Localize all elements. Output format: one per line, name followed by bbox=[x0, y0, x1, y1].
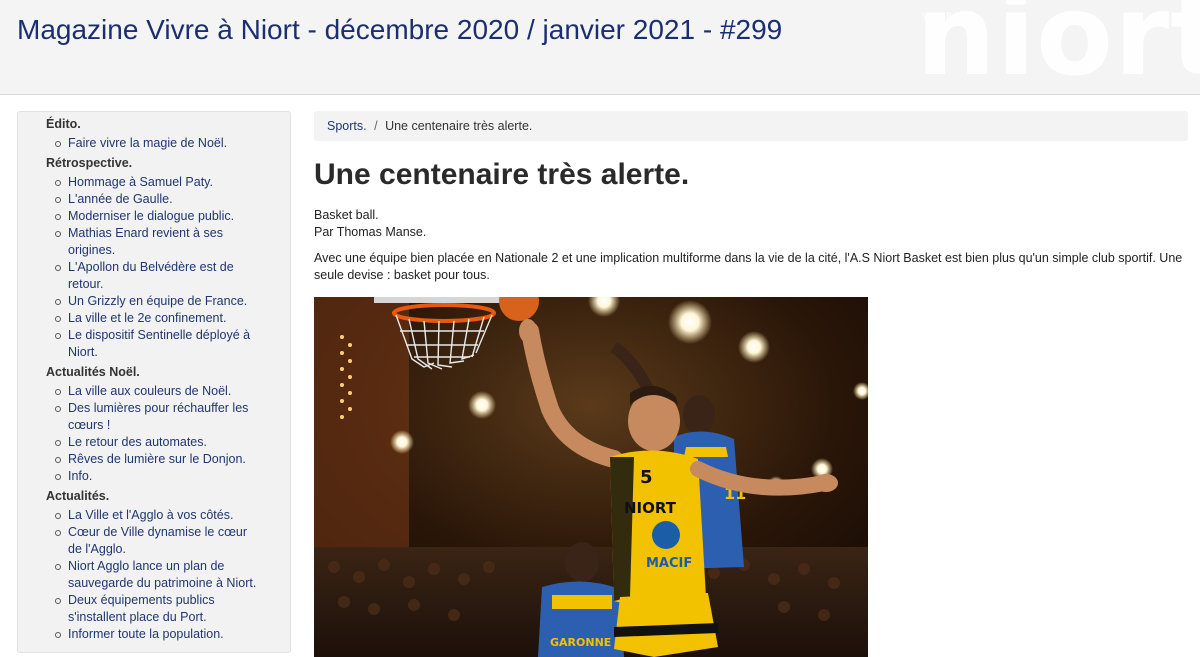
sidebar-item-label[interactable]: L'année de Gaulle. bbox=[68, 192, 173, 206]
sidebar-item-label[interactable]: L'Apollon du Belvédère est de retour. bbox=[68, 260, 234, 291]
bullet-icon bbox=[55, 389, 61, 395]
light-4 bbox=[468, 390, 496, 419]
sidebar-item-label[interactable]: Le dispositif Sentinelle déployé à Niort… bbox=[68, 328, 250, 359]
bullet-icon bbox=[55, 457, 61, 463]
sidebar-item[interactable]: Niort Agglo lance un plan de sauvegarde … bbox=[18, 558, 290, 592]
sidebar-item[interactable]: La ville aux couleurs de Noël. bbox=[18, 383, 290, 400]
bullet-icon bbox=[55, 513, 61, 519]
sidebar-item-label[interactable]: Cœur de Ville dynamise le cœur de l'Aggl… bbox=[68, 525, 247, 556]
sidebar-section-items: La ville aux couleurs de Noël. Des lumièr… bbox=[18, 383, 290, 485]
sidebar-item[interactable]: Rêves de lumière sur le Donjon. bbox=[18, 451, 290, 468]
svg-text:MACIF: MACIF bbox=[646, 556, 692, 571]
breadcrumb-current: Une centenaire très alerte. bbox=[385, 119, 533, 133]
sidebar-item[interactable]: Informer toute la population. bbox=[18, 626, 290, 643]
sidebar-item[interactable]: La ville et le 2e confinement. bbox=[18, 310, 290, 327]
bullet-icon bbox=[55, 406, 61, 412]
bullet-icon bbox=[55, 530, 61, 536]
sidebar-item[interactable]: Mathias Enard revient à ses origines. bbox=[18, 225, 290, 259]
sidebar-section-title: Actualités. bbox=[46, 489, 110, 503]
bullet-icon bbox=[55, 299, 61, 305]
sidebar-item-label[interactable]: La ville et le 2e confinement. bbox=[68, 311, 226, 325]
bullet-icon bbox=[55, 231, 61, 237]
sidebar-section: Édito. Faire vivre la magie de Noël. bbox=[18, 116, 290, 152]
breadcrumb-link-sports[interactable]: Sports. bbox=[327, 119, 367, 133]
svg-text:GARONNE: GARONNE bbox=[550, 636, 611, 649]
sidebar-section-items: La Ville et l'Agglo à vos côtés. Cœur de … bbox=[18, 507, 290, 643]
sidebar-item-label[interactable]: Deux équipements publics s'installent pl… bbox=[68, 593, 215, 624]
sidebar-item-label[interactable]: Moderniser le dialogue public. bbox=[68, 209, 234, 223]
sidebar-item[interactable]: Des lumières pour réchauffer les cœurs ! bbox=[18, 400, 290, 434]
backboard bbox=[374, 296, 504, 303]
sidebar-item-label[interactable]: Mathias Enard revient à ses origines. bbox=[68, 226, 223, 257]
sidebar-item-label[interactable]: Des lumières pour réchauffer les cœurs ! bbox=[68, 401, 248, 432]
sidebar-item[interactable]: Info. bbox=[18, 468, 290, 485]
bullet-icon bbox=[55, 333, 61, 339]
sidebar-section-items: Hommage à Samuel Paty. L'année de Gaulle.… bbox=[18, 174, 290, 361]
sidebar-item[interactable]: Le dispositif Sentinelle déployé à Niort… bbox=[18, 327, 290, 361]
sidebar-item-label[interactable]: Un Grizzly en équipe de France. bbox=[68, 294, 247, 308]
article-title: Une centenaire très alerte. bbox=[314, 158, 690, 191]
bullet-icon bbox=[55, 316, 61, 322]
site-title[interactable]: Magazine Vivre à Niort - décembre 2020 /… bbox=[17, 14, 782, 46]
sidebar-item[interactable]: Un Grizzly en équipe de France. bbox=[18, 293, 290, 310]
light-1 bbox=[668, 299, 712, 344]
sidebar-section-title: Actualités Noël. bbox=[46, 365, 140, 379]
sidebar-item-label[interactable]: Le retour des automates. bbox=[68, 435, 207, 449]
sidebar-section: Rétrospective. Hommage à Samuel Paty. L'an… bbox=[18, 155, 290, 361]
sidebar-item-label[interactable]: Informer toute la population. bbox=[68, 627, 224, 641]
site-header: Magazine Vivre à Niort - décembre 2020 /… bbox=[0, 0, 1200, 95]
sidebar-item-label[interactable]: La Ville et l'Agglo à vos côtés. bbox=[68, 508, 233, 522]
sidebar-item-label[interactable]: Rêves de lumière sur le Donjon. bbox=[68, 452, 246, 466]
sidebar-item-label[interactable]: Info. bbox=[68, 469, 92, 483]
sidebar-item[interactable]: La Ville et l'Agglo à vos côtés. bbox=[18, 507, 290, 524]
bullet-icon bbox=[55, 180, 61, 186]
sidebar-item[interactable]: Faire vivre la magie de Noël. bbox=[18, 135, 290, 152]
article-author: Par Thomas Manse. bbox=[314, 225, 427, 239]
main-content: Sports. / Une centenaire très alerte. Un… bbox=[314, 111, 1188, 657]
bullet-icon bbox=[55, 474, 61, 480]
sidebar-item[interactable]: Cœur de Ville dynamise le cœur de l'Aggl… bbox=[18, 524, 290, 558]
sidebar-sections: Édito. Faire vivre la magie de Noël. Rétro… bbox=[18, 112, 290, 643]
article-category: Basket ball. bbox=[314, 208, 379, 222]
sidebar-item[interactable]: L'année de Gaulle. bbox=[18, 191, 290, 208]
breadcrumb-separator: / bbox=[374, 119, 378, 133]
sidebar-item-label[interactable]: Niort Agglo lance un plan de sauvegarde … bbox=[68, 559, 256, 590]
bullet-icon bbox=[55, 265, 61, 271]
sidebar-item[interactable]: Le retour des automates. bbox=[18, 434, 290, 451]
sidebar-item[interactable]: Moderniser le dialogue public. bbox=[18, 208, 290, 225]
sidebar-item[interactable]: Hommage à Samuel Paty. bbox=[18, 174, 290, 191]
sidebar-section-items: Faire vivre la magie de Noël. bbox=[18, 135, 290, 152]
bullet-icon bbox=[55, 564, 61, 570]
bullet-icon bbox=[55, 214, 61, 220]
bullet-icon bbox=[55, 632, 61, 638]
basketball-photo-illustration: 11 GARONNE 5 NIORT MACIF bbox=[314, 296, 868, 657]
sidebar-nav: Édito. Faire vivre la magie de Noël. Rétro… bbox=[17, 111, 291, 653]
sidebar-item[interactable]: L'Apollon du Belvédère est de retour. bbox=[18, 259, 290, 293]
breadcrumb: Sports. / Une centenaire très alerte. bbox=[314, 111, 1188, 141]
svg-text:NIORT: NIORT bbox=[624, 499, 677, 517]
bullet-icon bbox=[55, 440, 61, 446]
sidebar-section-title: Rétrospective. bbox=[46, 156, 133, 170]
sidebar-item-label[interactable]: La ville aux couleurs de Noël. bbox=[68, 384, 231, 398]
bullet-icon bbox=[55, 141, 61, 147]
article-photo: 11 GARONNE 5 NIORT MACIF bbox=[314, 296, 868, 657]
article-intro: Avec une équipe bien placée en Nationale… bbox=[314, 251, 1183, 282]
light-5 bbox=[390, 429, 414, 454]
sidebar-section-title: Édito. bbox=[46, 117, 81, 131]
sidebar-section: Actualités. La Ville et l'Agglo à vos côt… bbox=[18, 488, 290, 643]
svg-text:5: 5 bbox=[640, 467, 653, 488]
sidebar-section: Actualités Noël. La ville aux couleurs de… bbox=[18, 364, 290, 485]
bullet-icon bbox=[55, 598, 61, 604]
niort-logo: niort bbox=[916, 0, 1200, 95]
bullet-icon bbox=[55, 197, 61, 203]
sidebar-item[interactable]: Deux équipements publics s'installent pl… bbox=[18, 592, 290, 626]
sidebar-item-label[interactable]: Hommage à Samuel Paty. bbox=[68, 175, 213, 189]
sidebar-item-label[interactable]: Faire vivre la magie de Noël. bbox=[68, 136, 227, 150]
light-2 bbox=[738, 330, 770, 363]
